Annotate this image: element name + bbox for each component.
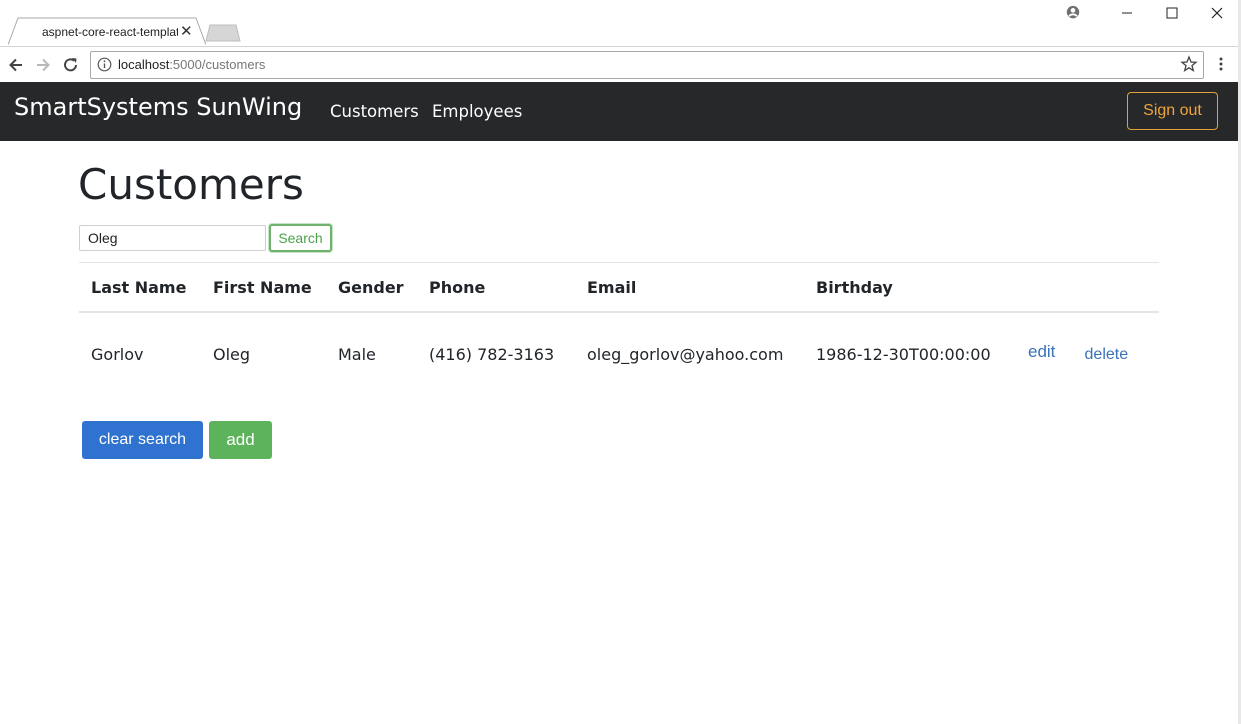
column-header-phone: Phone [417,262,575,313]
column-header-gender: Gender [326,262,417,313]
bookmark-star-icon[interactable] [1180,55,1198,73]
info-icon[interactable] [97,57,112,72]
browser-menu-icon[interactable] [1213,56,1229,72]
column-header-email: Email [575,262,804,313]
forward-icon[interactable] [33,55,53,75]
back-icon[interactable] [6,55,26,75]
cell-phone: (416) 782-3163 [429,344,555,364]
reload-icon[interactable] [61,55,81,75]
browser-toolbar: localhost:5000/customers [0,46,1241,83]
search-button[interactable]: Search [269,224,332,252]
table-row: Gorlov Oleg Male (416) 782-3163 oleg_gor… [79,312,1159,395]
nav-link-employees[interactable]: Employees [432,102,522,121]
cell-first-name: Oleg [213,344,251,364]
cell-birthday: 1986-12-30T00:00:00 [816,344,991,364]
new-tab-icon[interactable] [205,24,241,42]
profile-icon[interactable] [1063,5,1083,21]
column-header-birthday: Birthday [804,262,1016,313]
tab-title: aspnet-core-react-template [42,25,178,39]
browser-tab[interactable]: aspnet-core-react-template ✕ [8,17,206,46]
url-host: localhost [118,57,170,72]
close-window-icon[interactable] [1207,5,1227,21]
search-input[interactable] [79,225,266,251]
url-text: localhost:5000/customers [118,57,265,72]
cell-actions: edit delete [1016,312,1159,395]
brand-link[interactable]: SmartSystems SunWing [14,93,302,121]
page-title: Customers [78,160,304,209]
cell-email: oleg_gorlov@yahoo.com [587,344,784,364]
app-navbar: SmartSystems SunWing Customers Employees… [0,82,1238,141]
browser-tabstrip: aspnet-core-react-template ✕ [0,0,1241,46]
cell-gender: Male [338,344,376,364]
clear-search-button[interactable]: clear search [82,421,203,459]
column-header-last-name: Last Name [79,262,201,313]
delete-link[interactable]: delete [1085,346,1129,363]
column-header-actions [1016,262,1159,313]
minimize-icon[interactable] [1117,5,1137,21]
table-header-row: Last Name First Name Gender Phone Email … [79,262,1159,313]
customers-table: Last Name First Name Gender Phone Email … [79,262,1159,395]
maximize-icon[interactable] [1162,5,1182,21]
sign-out-button[interactable]: Sign out [1127,92,1218,130]
edit-link[interactable]: edit [1028,342,1055,361]
column-header-first-name: First Name [201,262,326,313]
nav-link-customers[interactable]: Customers [330,102,419,121]
address-bar[interactable]: localhost:5000/customers [90,51,1204,79]
url-path: :5000/customers [169,57,266,72]
tab-close-icon[interactable]: ✕ [180,22,193,40]
add-customer-button[interactable]: add [209,421,272,459]
cell-last-name: Gorlov [91,344,144,364]
